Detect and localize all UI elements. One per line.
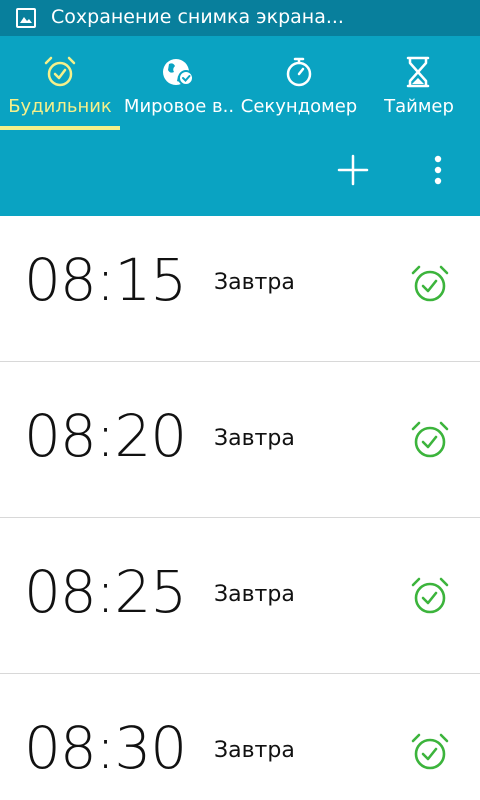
tab-timer-label: Таймер <box>384 96 454 117</box>
stopwatch-icon <box>286 57 312 87</box>
tab-timer[interactable]: Таймер <box>358 36 480 130</box>
alarm-time: 08:20 <box>24 402 187 470</box>
alarm-day: Завтра <box>214 582 295 607</box>
app-bar: Будильник Мировое в.. Секундомер Таймер <box>0 36 480 216</box>
world-clock-icon <box>163 59 194 86</box>
tab-world-clock-label: Мировое в.. <box>123 96 235 117</box>
tab-world-clock[interactable]: Мировое в.. <box>120 36 242 130</box>
alarm-time: 08:30 <box>24 714 187 782</box>
alarm-row[interactable]: 08:25 Завтра <box>0 518 480 674</box>
alarm-day: Завтра <box>214 270 295 295</box>
alarm-toggle-icon[interactable] <box>408 418 452 462</box>
alarm-time: 08:15 <box>24 246 187 314</box>
tab-stopwatch[interactable]: Секундомер <box>240 36 358 130</box>
alarm-day: Завтра <box>214 738 295 763</box>
tab-alarm[interactable]: Будильник <box>0 36 120 130</box>
alarm-day: Завтра <box>214 426 295 451</box>
alarm-toggle-icon[interactable] <box>408 730 452 774</box>
hourglass-icon <box>406 56 430 88</box>
alarm-time: 08:25 <box>24 558 187 626</box>
more-vert-icon[interactable] <box>416 148 460 192</box>
active-tab-indicator <box>0 126 120 130</box>
alarm-toggle-icon[interactable] <box>408 574 452 618</box>
status-bar: Сохранение снимка экрана... <box>0 0 480 36</box>
tab-alarm-label: Будильник <box>8 96 112 117</box>
screenshot-icon <box>16 8 36 28</box>
plus-icon[interactable] <box>331 148 375 192</box>
alarm-clock-icon <box>44 56 76 87</box>
alarm-toggle-icon[interactable] <box>408 262 452 306</box>
notification-text: Сохранение снимка экрана... <box>51 6 344 28</box>
alarm-row[interactable]: 08:15 Завтра <box>0 206 480 362</box>
alarm-row[interactable]: 08:20 Завтра <box>0 362 480 518</box>
alarm-row[interactable]: 08:30 Завтра <box>0 674 480 800</box>
tab-stopwatch-label: Секундомер <box>240 96 358 117</box>
